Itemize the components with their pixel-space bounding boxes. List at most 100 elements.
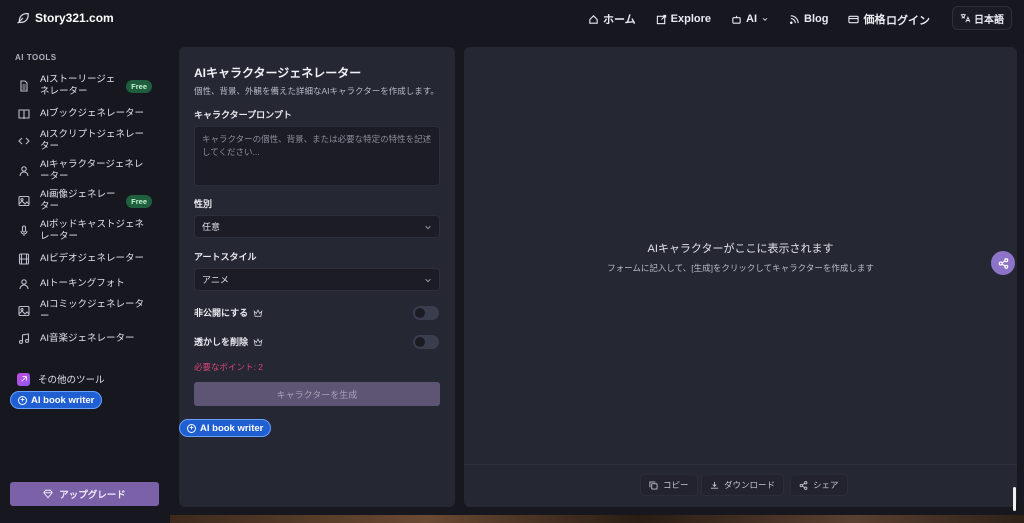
art-style-label: アートスタイル [194, 252, 257, 262]
form-title: AIキャラクタージェネレーター [194, 66, 362, 80]
watermark-label: 透かしを削除 [194, 337, 249, 347]
nav-home[interactable]: ホーム [588, 10, 636, 28]
share-button[interactable]: シェア [790, 474, 848, 496]
chevron-down-icon [425, 225, 431, 229]
nav-home-label: ホーム [603, 14, 636, 26]
ai-book-writer-button[interactable]: + AI book writer [10, 391, 103, 409]
gender-label: 性別 [194, 199, 213, 209]
nav-blog[interactable]: Blog [789, 10, 828, 28]
document-icon [18, 80, 30, 92]
prompt-label: キャラクタープロンプト [194, 110, 292, 120]
crown-icon [253, 308, 263, 317]
microphone-icon [18, 225, 30, 237]
home-icon [589, 14, 598, 24]
chevron-down-icon [425, 278, 431, 282]
page-scrollbar[interactable] [1013, 487, 1016, 511]
watermark-toggle[interactable] [413, 335, 439, 349]
character-form-panel: AIキャラクタージェネレーター 個性、背景、外観を備えた詳細なAIキャラクターを… [179, 47, 455, 507]
site-logo[interactable]: Story321.com [15, 11, 114, 25]
sidebar-item-podcast-generator[interactable]: AIポッドキャストジェネレーター [10, 216, 160, 246]
nav-explore-label: Explore [670, 13, 712, 25]
private-label: 非公開にする [194, 308, 249, 318]
user-icon [18, 278, 30, 290]
sidebar-item-comic-generator[interactable]: AIコミックジェネレーター [10, 296, 160, 326]
ai-book-writer-floating-button[interactable]: + AI book writer [179, 419, 272, 437]
sidebar-item-label: AIコミックジェネレーター [40, 299, 144, 322]
sidebar-tool-list: AIストーリージェネレーター Free AIブックジェネレーター AIスクリプト… [10, 71, 160, 351]
upgrade-label: アップグレード [59, 490, 126, 501]
card-icon [848, 15, 860, 23]
nav-ai[interactable]: AI [731, 10, 769, 28]
book-icon [18, 108, 30, 120]
robot-icon [732, 15, 741, 24]
ai-book-writer-label: AI book writer [31, 394, 95, 406]
sidebar-item-label: AIスクリプトジェネレーター [40, 129, 144, 152]
form-description: 個性、背景、外観を備えた詳細なAIキャラクターを作成します。 [194, 86, 439, 96]
output-placeholder-title: AIキャラクターがここに表示されます [647, 243, 834, 255]
art-style-select[interactable]: アニメ [194, 268, 440, 291]
sidebar-item-video-generator[interactable]: AIビデオジェネレーター [10, 246, 160, 271]
sidebar-item-image-generator[interactable]: AI画像ジェネレーター Free [10, 186, 160, 216]
sidebar-item-other-tools[interactable]: その他のツール [17, 372, 105, 386]
sidebar-item-label: AIトーキングフォト [40, 277, 125, 289]
main-nav: ホーム Explore AI Blog 価格 [588, 10, 905, 28]
plus-circle-icon: + [187, 423, 196, 433]
private-toggle[interactable] [413, 306, 439, 320]
share-icon [998, 257, 1008, 269]
character-prompt-input[interactable]: キャラクターの個性、背景、または必要な特定の特性を記述してください... [194, 126, 440, 186]
sidebar-item-label: AIポッドキャストジェネレーター [40, 219, 144, 242]
sidebar-item-character-generator[interactable]: AIキャラクタージェネレーター [10, 156, 160, 186]
sidebar-heading: AI TOOLS [15, 53, 57, 62]
sidebar-item-script-generator[interactable]: AIスクリプトジェネレーター [10, 126, 160, 156]
private-option: 非公開にする [194, 306, 263, 319]
character-output-panel: AIキャラクターがここに表示されます フォームに記入して、[生成]をクリックして… [464, 47, 1017, 507]
crown-icon [253, 337, 263, 346]
login-link[interactable]: ログイン [886, 12, 930, 28]
grid-icon [17, 372, 30, 386]
rss-icon [790, 14, 799, 24]
required-points-text: 必要なポイント: 2 [194, 362, 263, 372]
download-icon [710, 481, 719, 489]
image-icon [18, 195, 30, 207]
toggle-knob [415, 308, 425, 318]
output-placeholder-subtitle: フォームに記入して、[生成]をクリックしてキャラクターを作成します [607, 263, 874, 273]
sidebar-item-talking-photo[interactable]: AIトーキングフォト [10, 271, 160, 296]
nav-pricing[interactable]: 価格 [848, 10, 885, 28]
download-button[interactable]: ダウンロード [701, 474, 785, 496]
logo-text: Story321.com [35, 11, 114, 25]
output-divider [464, 464, 1017, 465]
gender-value: 任意 [202, 222, 221, 232]
copy-label: コピー [663, 480, 689, 490]
sidebar-item-label: AI音楽ジェネレーター [40, 332, 135, 344]
sidebar-item-music-generator[interactable]: AI音楽ジェネレーター [10, 326, 160, 351]
copy-button[interactable]: コピー [640, 474, 698, 496]
film-icon [18, 252, 30, 265]
translate-icon [960, 13, 970, 23]
nav-blog-label: Blog [804, 13, 829, 25]
gender-select[interactable]: 任意 [194, 215, 440, 238]
language-button[interactable]: 日本語 [952, 6, 1012, 30]
background-image-strip [170, 515, 1024, 523]
upgrade-button[interactable]: アップグレード [10, 482, 159, 506]
floating-share-button[interactable] [991, 251, 1015, 275]
download-label: ダウンロード [724, 480, 776, 490]
share-icon [799, 480, 808, 490]
nav-explore[interactable]: Explore [656, 10, 711, 28]
sidebar-item-book-generator[interactable]: AIブックジェネレーター [10, 101, 160, 126]
sidebar-item-story-generator[interactable]: AIストーリージェネレーター Free [10, 71, 160, 101]
chevron-down-icon [762, 18, 768, 21]
generate-character-button[interactable]: キャラクターを生成 [194, 382, 440, 406]
code-icon [18, 135, 30, 147]
ai-book-writer-label: AI book writer [200, 422, 264, 434]
diamond-icon [43, 489, 53, 499]
music-icon [18, 332, 30, 345]
free-badge: Free [126, 79, 152, 93]
copy-icon [649, 480, 658, 490]
user-icon [18, 165, 30, 177]
image-icon [18, 305, 30, 317]
sidebar-item-label: AIキャラクタージェネレーター [40, 159, 144, 182]
nav-ai-label: AI [746, 13, 758, 25]
toggle-knob [415, 337, 425, 347]
top-navigation-bar: Story321.com ホーム Explore AI Blog 価格 ログイン… [0, 0, 1024, 38]
nav-pricing-label: 価格 [863, 14, 886, 26]
